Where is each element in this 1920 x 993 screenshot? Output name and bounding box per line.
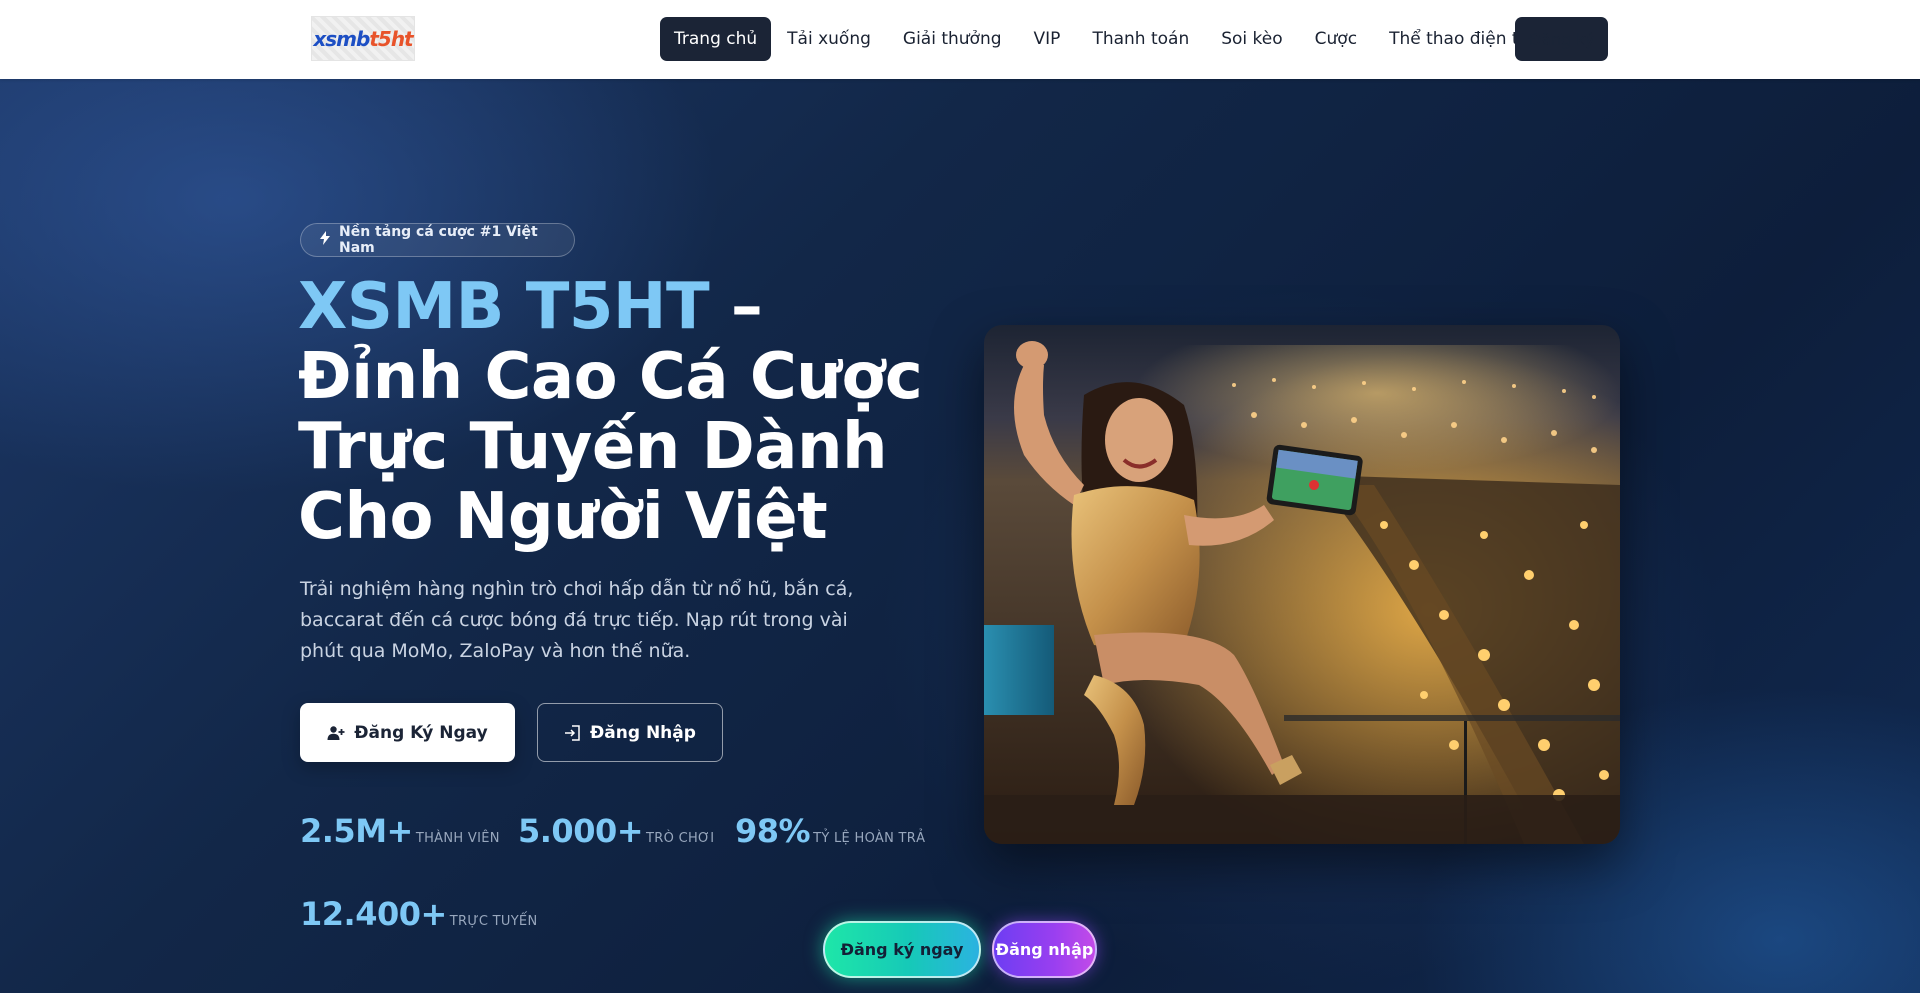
register-now-label: Đăng Ký Ngay	[354, 722, 488, 743]
stat-members: 2.5M+ THÀNH VIÊN	[300, 812, 500, 850]
stat-online-label: TRỰC TUYẾN	[449, 914, 538, 929]
stat-payout: 98% TỶ LỆ HOÀN TRẢ	[735, 812, 925, 850]
stat-members-label: THÀNH VIÊN	[415, 831, 500, 846]
header-register-button[interactable]: Đăng ký	[1515, 17, 1608, 61]
bolt-icon	[319, 231, 331, 249]
user-plus-icon	[327, 725, 345, 741]
stat-games-label: TRÒ CHƠI	[646, 831, 715, 846]
stat-members-value: 2.5M+	[300, 812, 413, 850]
nav-item-odds[interactable]: Soi kèo	[1205, 17, 1298, 61]
nav-item-home[interactable]: Trang chủ	[660, 17, 772, 61]
stat-games: 5.000+ TRÒ CHƠI	[518, 812, 714, 850]
nav-item-payment[interactable]: Thanh toán	[1076, 17, 1205, 61]
nav-item-betting[interactable]: Cược	[1299, 17, 1373, 61]
hero-subtitle: Trải nghiệm hàng nghìn trò chơi hấp dẫn …	[300, 578, 854, 662]
hero-badge: Nền tảng cá cược #1 Việt Nam	[300, 223, 575, 257]
login-label: Đăng Nhập	[590, 722, 696, 743]
hero-image	[984, 325, 1620, 844]
login-icon	[564, 724, 581, 741]
site-logo[interactable]: xsmb t5ht	[311, 16, 415, 61]
stat-games-value: 5.000+	[518, 812, 644, 850]
logo-text-part1: xsmb	[313, 26, 370, 51]
hero-headline-accent: XSMB T5HT	[298, 270, 710, 344]
floating-register-button[interactable]: Đăng ký ngay	[823, 921, 981, 978]
hero-headline: XSMB T5HT – Đỉnh Cao Cá Cược Trực Tuyến …	[298, 272, 938, 552]
hero-badge-text: Nền tảng cá cược #1 Việt Nam	[339, 224, 538, 256]
stat-online: 12.400+ TRỰC TUYẾN	[300, 895, 537, 933]
nav-item-vip[interactable]: VIP	[1018, 17, 1077, 61]
logo-text-part2: t5ht	[369, 26, 413, 51]
main-nav: Trang chủ Tải xuống Giải thưởng VIP Than…	[660, 17, 1545, 61]
stat-payout-label: TỶ LỆ HOÀN TRẢ	[813, 831, 926, 846]
site-header: xsmb t5ht Trang chủ Tải xuống Giải thưởng…	[0, 0, 1920, 79]
register-now-button[interactable]: Đăng Ký Ngay	[300, 703, 515, 762]
nav-item-download[interactable]: Tải xuống	[771, 17, 887, 61]
floating-login-button[interactable]: Đăng nhập	[992, 921, 1097, 978]
stat-online-value: 12.400+	[300, 895, 447, 933]
stat-payout-value: 98%	[735, 812, 811, 850]
login-button[interactable]: Đăng Nhập	[537, 703, 723, 762]
hero-section	[0, 79, 1920, 993]
nav-item-prizes[interactable]: Giải thưởng	[887, 17, 1018, 61]
